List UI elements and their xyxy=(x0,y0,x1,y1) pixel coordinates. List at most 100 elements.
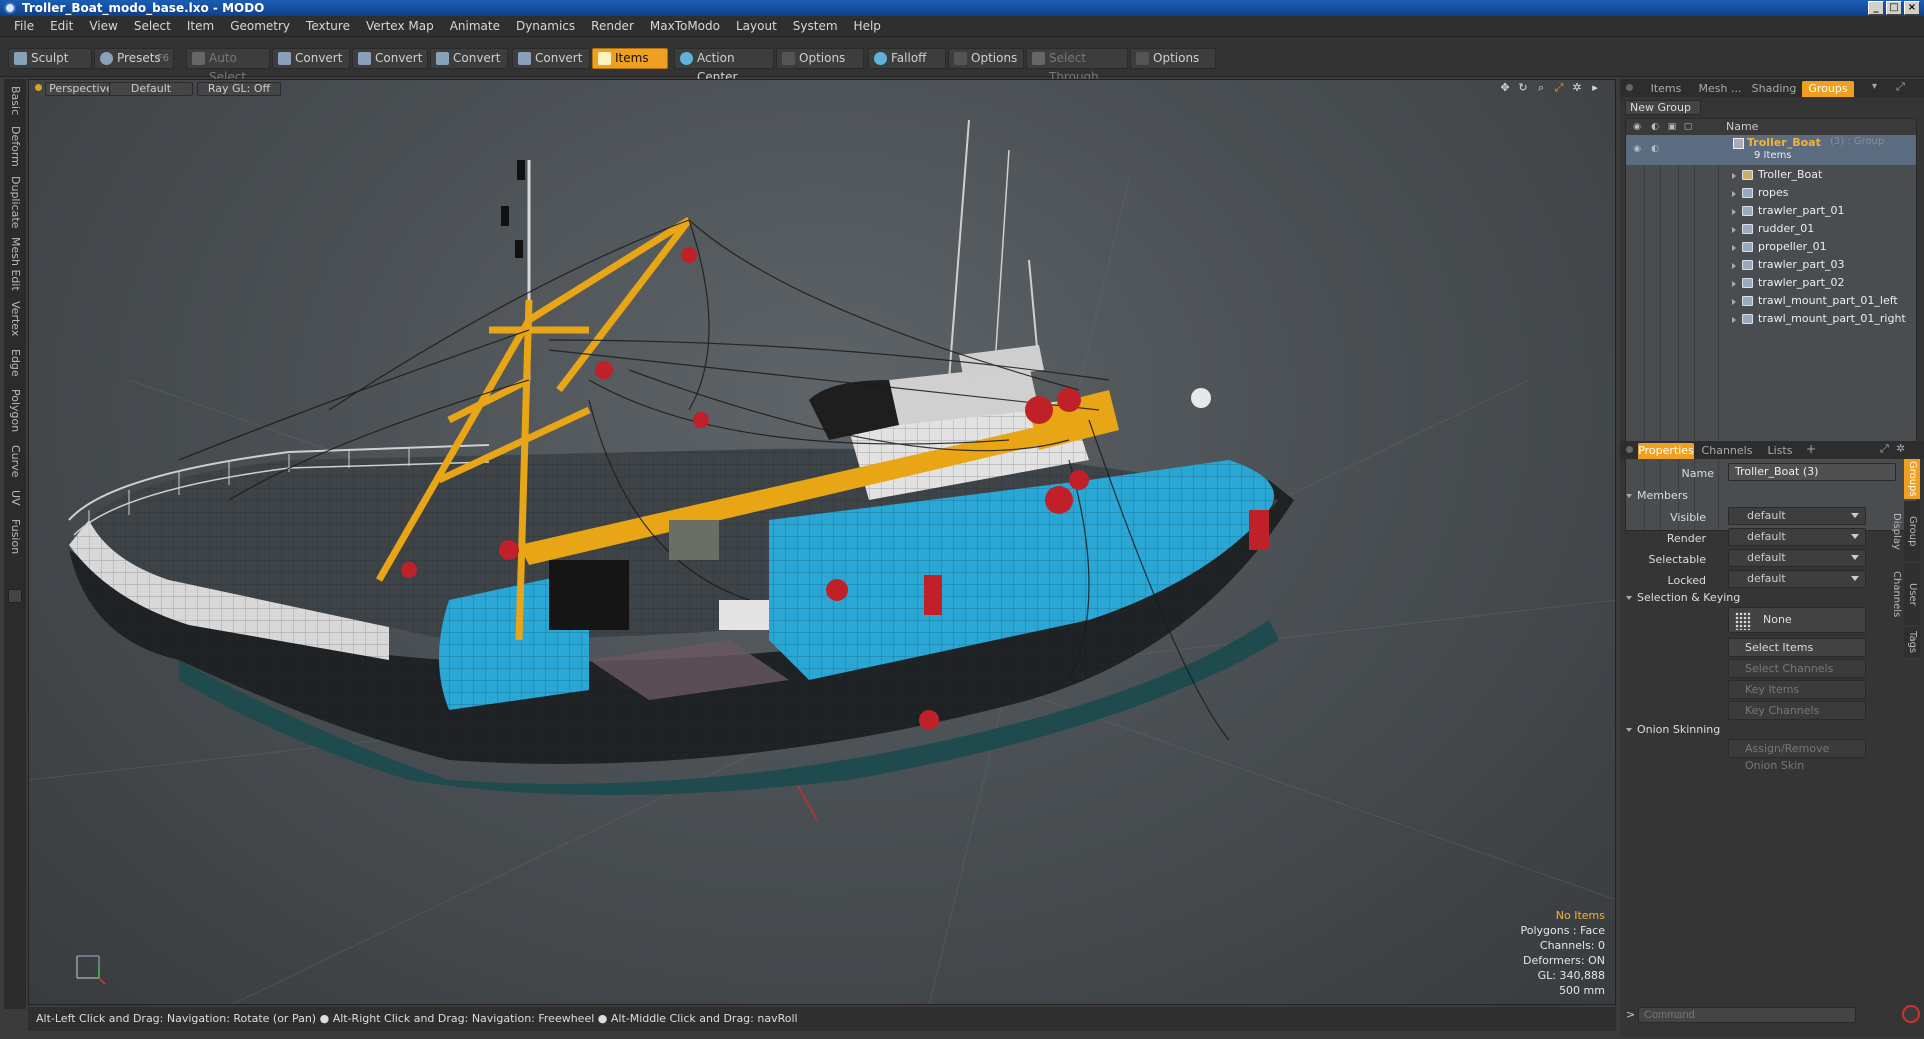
member-row[interactable]: ropes xyxy=(1626,184,1916,202)
menu-maxtomodo[interactable]: MaxToModo xyxy=(642,16,728,37)
tab-groups[interactable]: Groups xyxy=(1802,81,1854,97)
menu-select[interactable]: Select xyxy=(126,16,179,37)
tab-edge[interactable]: Edge xyxy=(4,345,26,381)
panel-expand-icon[interactable]: ⤢ xyxy=(1896,80,1905,94)
tab-lists[interactable]: Lists xyxy=(1758,443,1802,459)
render-dropdown[interactable]: default xyxy=(1728,528,1866,546)
member-row[interactable]: trawler_part_03 xyxy=(1626,256,1916,274)
convert-button-4[interactable]: Convert xyxy=(512,48,590,69)
expand-arrow-icon[interactable]: ▸ xyxy=(1589,82,1601,94)
tab-curve[interactable]: Curve xyxy=(4,441,26,481)
select-channels-button[interactable]: Select Channels xyxy=(1728,659,1866,678)
side-tab-user-channels[interactable]: User Channels xyxy=(1891,563,1920,625)
menu-file[interactable]: File xyxy=(6,16,42,37)
tabs-dropdown-icon[interactable]: ▾ xyxy=(1872,81,1877,92)
items-mode-button[interactable]: Items xyxy=(592,48,668,69)
menu-help[interactable]: Help xyxy=(846,16,889,37)
convert-button-1[interactable]: Convert xyxy=(272,48,350,69)
options-button-1[interactable]: Options xyxy=(776,48,864,69)
action-center-button[interactable]: Action Center xyxy=(674,48,774,84)
selection-keying-section[interactable]: Selection & Keying xyxy=(1626,591,1740,604)
gear-icon[interactable]: ✲ xyxy=(1896,442,1905,455)
tab-properties[interactable]: Properties xyxy=(1638,443,1694,459)
close-button[interactable]: × xyxy=(1904,1,1920,15)
key-channels-button[interactable]: Key Channels xyxy=(1728,701,1866,720)
tab-shading[interactable]: Shading xyxy=(1748,81,1800,97)
member-row[interactable]: Troller_Boat xyxy=(1626,166,1916,184)
tab-mesh[interactable]: Mesh ... xyxy=(1694,81,1746,97)
render-icon[interactable]: ◐ xyxy=(1649,143,1661,155)
visible-dropdown[interactable]: default xyxy=(1728,507,1866,525)
menu-item[interactable]: Item xyxy=(179,16,222,37)
side-tab-tags[interactable]: Tags xyxy=(1904,627,1920,657)
tab-basic[interactable]: Basic xyxy=(4,83,26,119)
tab-deform[interactable]: Deform xyxy=(4,123,26,169)
members-section[interactable]: Members xyxy=(1626,489,1688,502)
view-type-dropdown[interactable]: Perspective xyxy=(45,82,117,96)
menu-edit[interactable]: Edit xyxy=(42,16,81,37)
menu-view[interactable]: View xyxy=(81,16,125,37)
tab-channels[interactable]: Channels xyxy=(1700,443,1754,459)
convert-button-3[interactable]: Convert xyxy=(430,48,508,69)
group-row-troller-boat[interactable]: ◉ ◐ Troller_Boat (3) : Group 9 Items xyxy=(1626,135,1916,165)
selectable-dropdown[interactable]: default xyxy=(1728,549,1866,567)
select-through-button[interactable]: Select Through xyxy=(1026,48,1128,84)
menu-animate[interactable]: Animate xyxy=(442,16,508,37)
tab-uv[interactable]: UV xyxy=(4,485,26,511)
eye-icon[interactable]: ◉ xyxy=(1631,121,1643,133)
menu-texture[interactable]: Texture xyxy=(298,16,358,37)
panel-menu-icon[interactable] xyxy=(1626,84,1633,91)
member-row[interactable]: trawl_mount_part_01_left xyxy=(1626,292,1916,310)
menu-vertex-map[interactable]: Vertex Map xyxy=(358,16,442,37)
none-button[interactable]: None xyxy=(1728,607,1866,633)
member-row[interactable]: trawler_part_01 xyxy=(1626,202,1916,220)
fit-view-icon[interactable]: ⤢ xyxy=(1553,82,1565,94)
options-button-3[interactable]: Options xyxy=(1130,48,1216,69)
command-input[interactable] xyxy=(1638,1007,1856,1023)
select-items-button[interactable]: Select Items xyxy=(1728,638,1866,657)
menu-dynamics[interactable]: Dynamics xyxy=(508,16,583,37)
auto-select-button[interactable]: Auto Select xyxy=(186,48,270,84)
shading-dropdown[interactable]: Default xyxy=(109,82,193,96)
panel-menu-icon[interactable] xyxy=(1626,446,1633,453)
tab-items[interactable]: Items xyxy=(1640,81,1692,97)
menu-system[interactable]: System xyxy=(785,16,846,37)
select-icon[interactable]: ▢ xyxy=(1682,121,1694,133)
name-field[interactable]: Troller_Boat (3) xyxy=(1728,463,1896,481)
tab-toggle-icon[interactable] xyxy=(8,589,22,603)
raygl-toggle[interactable]: Ray GL: Off xyxy=(197,82,281,96)
render-icon[interactable]: ◐ xyxy=(1649,121,1661,133)
viewport-menu-icon[interactable] xyxy=(35,84,42,91)
member-row[interactable]: rudder_01 xyxy=(1626,220,1916,238)
member-row[interactable]: propeller_01 xyxy=(1626,238,1916,256)
side-tab-group-display[interactable]: Group Display xyxy=(1891,501,1920,561)
tab-fusion[interactable]: Fusion xyxy=(4,515,26,559)
3d-viewport[interactable]: Perspective Default Ray GL: Off ✥ ↻ ⌕ ⤢ … xyxy=(28,79,1616,1005)
move-view-icon[interactable]: ✥ xyxy=(1499,82,1511,94)
new-group-button[interactable]: New Group xyxy=(1625,100,1701,115)
locked-dropdown[interactable]: default xyxy=(1728,570,1866,588)
side-tab-groups[interactable]: Groups xyxy=(1904,459,1920,499)
settings-gear-icon[interactable]: ✲ xyxy=(1571,82,1583,94)
tab-duplicate[interactable]: Duplicate xyxy=(4,173,26,231)
minimize-button[interactable]: _ xyxy=(1868,1,1884,15)
eye-icon[interactable]: ◉ xyxy=(1631,143,1643,155)
name-column-header[interactable]: Name xyxy=(1726,119,1758,135)
zoom-view-icon[interactable]: ⌕ xyxy=(1535,82,1547,94)
maximize-button[interactable]: □ xyxy=(1886,1,1902,15)
tab-vertex[interactable]: Vertex xyxy=(4,297,26,341)
tab-mesh-edit[interactable]: Mesh Edit xyxy=(4,235,26,293)
tab-polygon[interactable]: Polygon xyxy=(4,385,26,437)
menu-layout[interactable]: Layout xyxy=(728,16,785,37)
panel-expand-icon[interactable]: ⤢ xyxy=(1880,442,1889,456)
menu-geometry[interactable]: Geometry xyxy=(222,16,298,37)
options-button-2[interactable]: Options xyxy=(948,48,1024,69)
menu-render[interactable]: Render xyxy=(583,16,642,37)
command-execute-icon[interactable] xyxy=(1902,1005,1920,1023)
key-items-button[interactable]: Key Items xyxy=(1728,680,1866,699)
convert-button-2[interactable]: Convert xyxy=(352,48,428,69)
command-history-arrow-icon[interactable]: > xyxy=(1626,1008,1635,1021)
member-row[interactable]: trawler_part_02 xyxy=(1626,274,1916,292)
presets-button[interactable]: Presets F6 xyxy=(94,48,174,69)
member-row[interactable]: trawl_mount_part_01_right xyxy=(1626,310,1916,328)
